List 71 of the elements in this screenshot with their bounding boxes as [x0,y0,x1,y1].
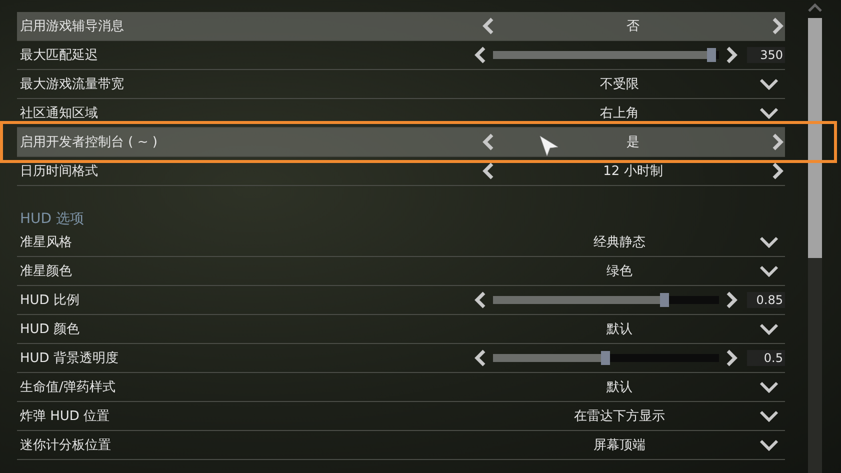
arrow-right-icon[interactable] [725,46,739,64]
setting-value: 屏幕顶端 [592,437,646,454]
chevron-down-icon[interactable] [759,381,779,393]
setting-label: 最大匹配延迟 [19,47,99,64]
setting-row[interactable]: 启用游戏辅导消息 否 [17,12,785,41]
setting-row[interactable]: HUD 颜色 默认 [17,315,785,344]
mouse-cursor-icon [539,135,559,157]
arrow-right-icon[interactable] [771,162,785,180]
setting-value: 绿色 [606,263,634,280]
chevron-down-icon[interactable] [759,323,779,335]
setting-row[interactable]: 社区通知区域 右上角 [17,99,785,128]
slider-reading: 0.85 [747,292,785,308]
arrow-right-icon[interactable] [725,349,739,367]
setting-row[interactable]: 最大游戏流量带宽 不受限 [17,70,785,99]
setting-label: 炸弹 HUD 位置 [19,408,111,425]
arrow-left-icon[interactable] [473,349,487,367]
setting-row[interactable]: 启用开发者控制台 ( ~ ) 是 [17,128,785,157]
slider-thumb[interactable] [707,48,716,62]
setting-label: 准星颜色 [19,263,73,280]
slider-track[interactable] [493,296,719,304]
setting-value: 不受限 [599,76,640,93]
setting-value: 右上角 [599,105,640,122]
scroll-up-icon[interactable] [808,2,822,12]
chevron-down-icon[interactable] [759,439,779,451]
setting-row[interactable]: 最大匹配延迟 350 [17,41,785,70]
setting-row[interactable]: 日历时间格式 12 小时制 [17,157,785,186]
setting-label: 生命值/弹药样式 [19,379,116,396]
arrow-left-icon[interactable] [473,291,487,309]
section-title: HUD 选项 [19,210,86,228]
setting-label: 日历时间格式 [19,163,99,180]
setting-label: HUD 比例 [19,292,80,309]
slider-reading: 350 [747,47,785,63]
setting-row[interactable]: HUD 比例 0.85 [17,286,785,315]
slider-thumb[interactable] [601,351,610,365]
arrow-right-icon[interactable] [725,291,739,309]
chevron-down-icon[interactable] [759,236,779,248]
setting-label: 迷你计分板位置 [19,437,112,454]
arrow-left-icon[interactable] [481,133,495,151]
setting-value: 经典静态 [592,234,646,251]
setting-label: 启用开发者控制台 ( ~ ) [19,134,158,151]
chevron-down-icon[interactable] [759,265,779,277]
setting-row[interactable]: 准星颜色 绿色 [17,257,785,286]
arrow-left-icon[interactable] [473,46,487,64]
slider-reading: 0.5 [747,350,785,366]
chevron-down-icon[interactable] [759,107,779,119]
slider-track[interactable] [493,354,719,362]
setting-row[interactable]: 生命值/弹药样式 默认 [17,373,785,402]
setting-value: 默认 [606,321,634,338]
setting-row[interactable]: 准星风格 经典静态 [17,228,785,257]
setting-label: HUD 背景透明度 [19,350,120,367]
setting-value: 否 [626,18,640,35]
setting-label: 最大游戏流量带宽 [19,76,125,93]
setting-row[interactable]: HUD 背景透明度 0.5 [17,344,785,373]
arrow-left-icon[interactable] [481,162,495,180]
chevron-down-icon[interactable] [759,410,779,422]
setting-label: 社区通知区域 [19,105,99,122]
setting-value: 默认 [606,379,634,396]
arrow-left-icon[interactable] [481,17,495,35]
setting-value: 是 [626,134,640,151]
setting-row[interactable]: 迷你计分板位置 屏幕顶端 [17,431,785,460]
chevron-down-icon[interactable] [759,78,779,90]
setting-value: 12 小时制 [603,163,663,180]
setting-row[interactable]: 炸弹 HUD 位置 在雷达下方显示 [17,402,785,431]
slider-thumb[interactable] [660,293,669,307]
setting-label: HUD 颜色 [19,321,80,338]
setting-value: 在雷达下方显示 [573,408,666,425]
arrow-right-icon[interactable] [771,17,785,35]
setting-label: 启用游戏辅导消息 [19,18,125,35]
scrollbar-thumb[interactable] [808,18,822,258]
arrow-right-icon[interactable] [771,133,785,151]
setting-label: 准星风格 [19,234,73,251]
